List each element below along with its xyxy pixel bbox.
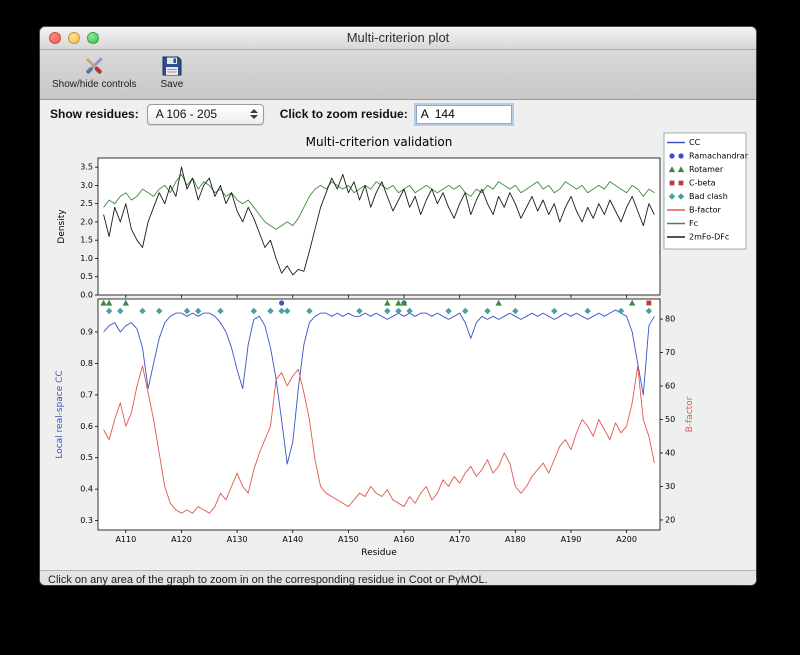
svg-text:Ramachandran: Ramachandran [689,152,748,161]
svg-text:0.5: 0.5 [80,453,93,462]
svg-text:1.5: 1.5 [80,236,93,245]
svg-text:30: 30 [665,482,675,491]
multi-criterion-chart[interactable]: Multi-criterion validation 0.0 0.5 1.0 1.5 2.… [48,130,748,570]
svg-text:A130: A130 [227,535,248,544]
status-hint: Click on any area of the graph to zoom i… [48,574,488,585]
svg-text:3.5: 3.5 [80,163,93,172]
svg-text:Fc: Fc [689,219,698,228]
svg-text:0.0: 0.0 [80,291,93,300]
svg-text:80: 80 [665,315,675,324]
minimize-button[interactable] [68,32,80,44]
cc-axis-label: Local real-space CC [55,370,65,458]
x-axis-label: Residue [361,548,397,558]
svg-text:0.4: 0.4 [80,485,93,494]
svg-text:0.7: 0.7 [80,390,93,399]
svg-text:0.9: 0.9 [80,328,93,337]
chart-title: Multi-criterion validation [306,135,453,149]
save-button[interactable]: Save [157,53,188,91]
chart-legend: CC Ramachandran Rotamer C-beta Bad clash B-fa… [663,132,748,250]
zoom-residue-input[interactable] [415,104,512,124]
stepper-icon [248,109,260,119]
svg-text:CC: CC [689,138,701,147]
desktop-background: Multi-criterion plot Show/hide controls … [0,0,800,655]
svg-text:0.5: 0.5 [80,272,93,281]
toolbar: Show/hide controls Save [40,50,756,100]
svg-text:0.8: 0.8 [80,359,93,368]
svg-text:A180: A180 [505,535,526,544]
svg-text:3.0: 3.0 [80,181,93,190]
density-axis-label: Density [57,209,67,244]
svg-text:50: 50 [665,415,675,424]
svg-text:A140: A140 [282,535,303,544]
svg-text:1.0: 1.0 [80,254,93,263]
svg-text:2mFo-DFc: 2mFo-DFc [689,233,729,242]
title-bar[interactable]: Multi-criterion plot [40,27,756,50]
svg-text:Rotamer: Rotamer [689,165,724,174]
svg-text:A190: A190 [561,535,582,544]
svg-text:A150: A150 [338,535,359,544]
save-label: Save [160,79,184,90]
svg-text:70: 70 [665,348,675,357]
svg-text:A160: A160 [394,535,415,544]
traffic-lights [49,32,99,44]
svg-text:B-factor: B-factor [689,206,722,215]
save-icon [161,54,183,78]
app-window: Multi-criterion plot Show/hide controls … [40,27,756,585]
svg-text:60: 60 [665,382,675,391]
svg-text:A170: A170 [449,535,470,544]
zoom-window-button[interactable] [87,32,99,44]
svg-text:2.5: 2.5 [80,199,93,208]
svg-text:A120: A120 [171,535,192,544]
svg-text:40: 40 [665,449,675,458]
svg-text:20: 20 [665,515,675,524]
zoom-residue-label: Click to zoom residue: [279,107,408,121]
show-residues-label: Show residues: [50,107,139,121]
tools-icon [81,54,107,78]
svg-text:A110: A110 [115,535,136,544]
plot-area: Multi-criterion validation 0.0 0.5 1.0 1.5 2.… [40,128,756,570]
svg-text:C-beta: C-beta [689,179,716,188]
svg-text:2.0: 2.0 [80,217,93,226]
show-residues-select[interactable]: A 106 - 205 [146,103,264,125]
svg-text:A200: A200 [616,535,637,544]
svg-text:0.3: 0.3 [80,516,93,525]
controls-bar: Show residues: A 106 - 205 Click to zoom… [40,100,756,128]
show-residues-value: A 106 - 205 [155,107,218,121]
close-button[interactable] [49,32,61,44]
show-hide-controls-label: Show/hide controls [52,79,137,90]
bfactor-axis-label: B-factor [685,396,695,432]
panels [97,157,661,531]
window-title: Multi-criterion plot [346,30,450,45]
svg-text:Bad clash: Bad clash [689,192,728,201]
status-bar: Click on any area of the graph to zoom i… [40,570,756,585]
svg-text:0.6: 0.6 [80,422,93,431]
show-hide-controls-button[interactable]: Show/hide controls [48,53,141,91]
